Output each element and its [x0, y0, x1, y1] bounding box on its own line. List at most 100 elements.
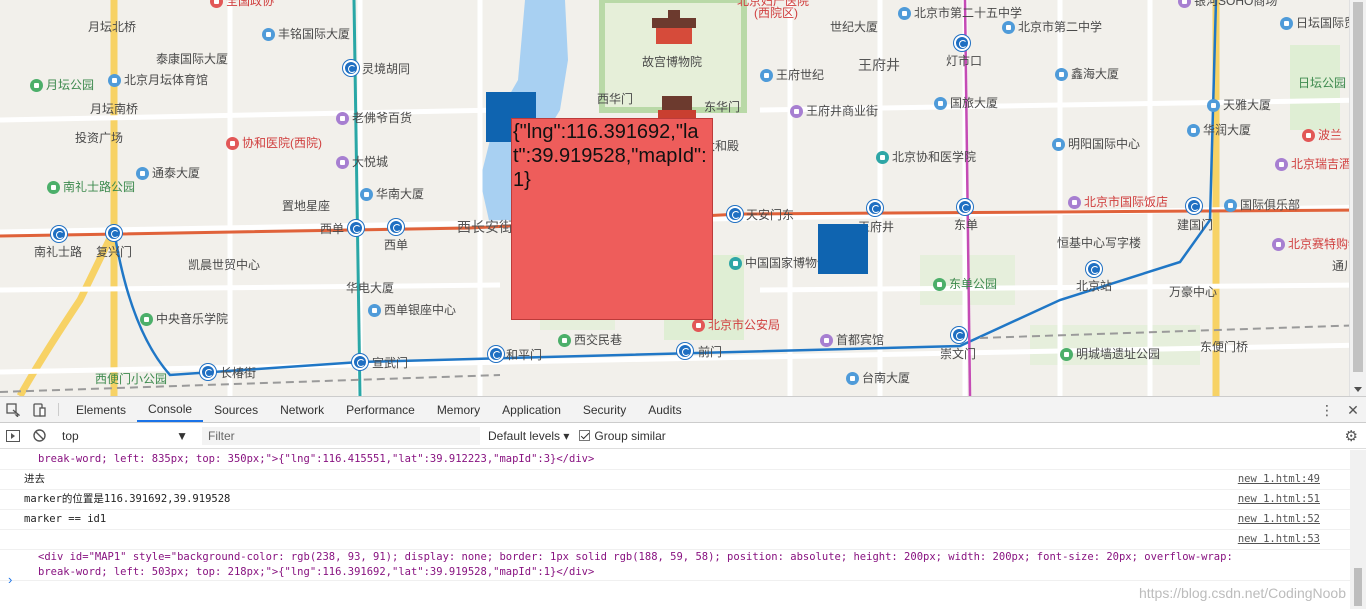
map-label[interactable]: 恒基中心写字楼 [1057, 236, 1141, 250]
metro-station-icon[interactable] [727, 206, 743, 222]
map-label[interactable]: 大悦城 [336, 155, 388, 169]
map-label[interactable]: 西单 [320, 222, 344, 236]
metro-station-icon[interactable] [343, 60, 359, 76]
map-label[interactable]: 南礼士路 [34, 245, 82, 259]
map-label[interactable]: 复兴门 [96, 245, 132, 259]
metro-station-icon[interactable] [677, 343, 693, 359]
device-toolbar-icon[interactable] [26, 397, 52, 422]
map-view[interactable]: 全国政协 月坛北桥 丰铭国际大厦 泰康国际大厦 灵境胡同 北京月坛体育馆 月坛公园 月坛南桥老… [0, 0, 1366, 396]
map-label[interactable]: 宣武门 [372, 356, 408, 370]
tab-memory[interactable]: Memory [426, 397, 491, 422]
map-label[interactable]: 南礼士路公园 [47, 180, 135, 194]
map-label[interactable]: 中央音乐学院 [140, 312, 228, 326]
more-options-icon[interactable]: ⋮ [1314, 397, 1340, 423]
metro-station-icon[interactable] [488, 346, 504, 362]
map-label[interactable]: (西院区) [754, 6, 798, 20]
source-link[interactable]: new 1.html:49 [1238, 472, 1320, 487]
metro-station-icon[interactable] [348, 220, 364, 236]
map-label[interactable]: 全国政协 [210, 0, 274, 8]
map-label[interactable]: 和平门 [506, 348, 542, 362]
metro-station-icon[interactable] [867, 200, 883, 216]
map-label[interactable]: 故宫博物院 [642, 55, 702, 69]
map-label[interactable]: 天雅大厦 [1207, 98, 1271, 112]
scrollbar-thumb[interactable] [1354, 568, 1362, 606]
tab-sources[interactable]: Sources [203, 397, 269, 422]
map-label[interactable]: 置地星座 [282, 199, 330, 213]
metro-station-icon[interactable] [1086, 261, 1102, 277]
map-label[interactable]: 西单银座中心 [368, 303, 456, 317]
tab-security[interactable]: Security [572, 397, 637, 422]
map-label[interactable]: 万豪中心 [1169, 285, 1217, 299]
map-label[interactable]: 国旅大厦 [934, 96, 998, 110]
map-scrollbar[interactable] [1349, 0, 1366, 396]
tab-application[interactable]: Application [491, 397, 572, 422]
map-label[interactable]: 通泰大厦 [136, 166, 200, 180]
scroll-down-arrow-icon[interactable] [1354, 387, 1362, 392]
source-link[interactable]: new 1.html:53 [1238, 532, 1320, 547]
metro-station-icon[interactable] [951, 327, 967, 343]
group-similar-checkbox[interactable]: Group similar [579, 429, 666, 443]
map-label[interactable]: 国际俱乐部 [1224, 198, 1300, 212]
map-label[interactable]: 灵境胡同 [362, 62, 410, 76]
map-label[interactable]: 日坛公园 [1298, 76, 1346, 90]
map-label[interactable]: 王府世纪 [760, 68, 824, 82]
map-label[interactable]: 首都宾馆 [820, 333, 884, 347]
context-selector[interactable]: top ▼ [56, 426, 194, 446]
map-label[interactable]: 鑫海大厦 [1055, 67, 1119, 81]
map-label[interactable]: 华电大厦 [346, 281, 394, 295]
map-label[interactable]: 波兰 [1302, 128, 1342, 142]
gear-icon[interactable]: ⚙ [1345, 427, 1358, 445]
map-label[interactable]: 东便门桥 [1200, 340, 1248, 354]
close-icon[interactable]: ✕ [1340, 397, 1366, 423]
map-label[interactable]: 丰铭国际大厦 [262, 27, 350, 41]
map-label[interactable]: 明阳国际中心 [1052, 137, 1140, 151]
map-label[interactable]: 月坛公园 [30, 78, 94, 92]
map-label[interactable]: 北京站 [1076, 279, 1112, 293]
metro-station-icon[interactable] [954, 35, 970, 51]
tab-audits[interactable]: Audits [637, 397, 692, 422]
map-label[interactable]: 台南大厦 [846, 371, 910, 385]
map-label[interactable]: 华南大厦 [360, 187, 424, 201]
source-link[interactable]: new 1.html:51 [1238, 492, 1320, 507]
metro-station-icon[interactable] [957, 199, 973, 215]
map-label[interactable]: 明城墙遗址公园 [1060, 347, 1160, 361]
map-label[interactable]: 华润大厦 [1187, 123, 1251, 137]
map-label[interactable]: 王府井 [858, 58, 900, 72]
map-label[interactable]: 凯晨世贸中心 [188, 258, 260, 272]
metro-station-icon[interactable] [352, 354, 368, 370]
map-label[interactable]: 天安门东 [746, 208, 794, 222]
map-label[interactable]: 西长安街 [457, 220, 513, 234]
map-label[interactable]: 月坛南桥 [90, 102, 138, 116]
map-label[interactable]: 中国国家博物馆 [729, 256, 829, 270]
map-label[interactable]: 前门 [698, 345, 722, 359]
map-label[interactable]: 王府井商业街 [790, 104, 878, 118]
map-label[interactable]: 东单公园 [933, 277, 997, 291]
map-label[interactable]: 北京瑞吉酒 [1275, 157, 1351, 171]
metro-station-icon[interactable] [1186, 198, 1202, 214]
show-sidebar-icon[interactable] [0, 429, 26, 442]
map-label[interactable]: 北京市第二中学 [1002, 20, 1102, 34]
tab-performance[interactable]: Performance [335, 397, 426, 422]
console-filter-input[interactable] [202, 426, 480, 445]
map-label[interactable]: 世纪大厦 [830, 20, 878, 34]
map-label[interactable]: 协和医院(西院) [226, 136, 322, 150]
tab-elements[interactable]: Elements [65, 397, 137, 422]
metro-station-icon[interactable] [388, 219, 404, 235]
map-label[interactable]: 东单 [954, 218, 978, 232]
console-prompt-icon[interactable]: › [8, 572, 12, 587]
console-element-output[interactable]: <div id="MAP1" style="background-color: … [0, 550, 1350, 581]
inspect-element-icon[interactable] [0, 397, 26, 422]
map-marker[interactable] [818, 224, 868, 274]
map-label[interactable]: 投资广场 [75, 131, 123, 145]
clear-console-icon[interactable] [26, 429, 52, 442]
map-label[interactable]: 泰康国际大厦 [156, 52, 228, 66]
map-label[interactable]: 西单 [384, 238, 408, 252]
map-label[interactable]: 长椿街 [220, 366, 256, 380]
map-label[interactable]: 崇文门 [940, 347, 976, 361]
map-label[interactable]: 月坛北桥 [88, 20, 136, 34]
map-label[interactable]: 建国门 [1177, 218, 1213, 232]
metro-station-icon[interactable] [51, 226, 67, 242]
metro-station-icon[interactable] [106, 225, 122, 241]
metro-station-icon[interactable] [200, 364, 216, 380]
map-label[interactable]: 西便门小公园 [95, 372, 167, 386]
